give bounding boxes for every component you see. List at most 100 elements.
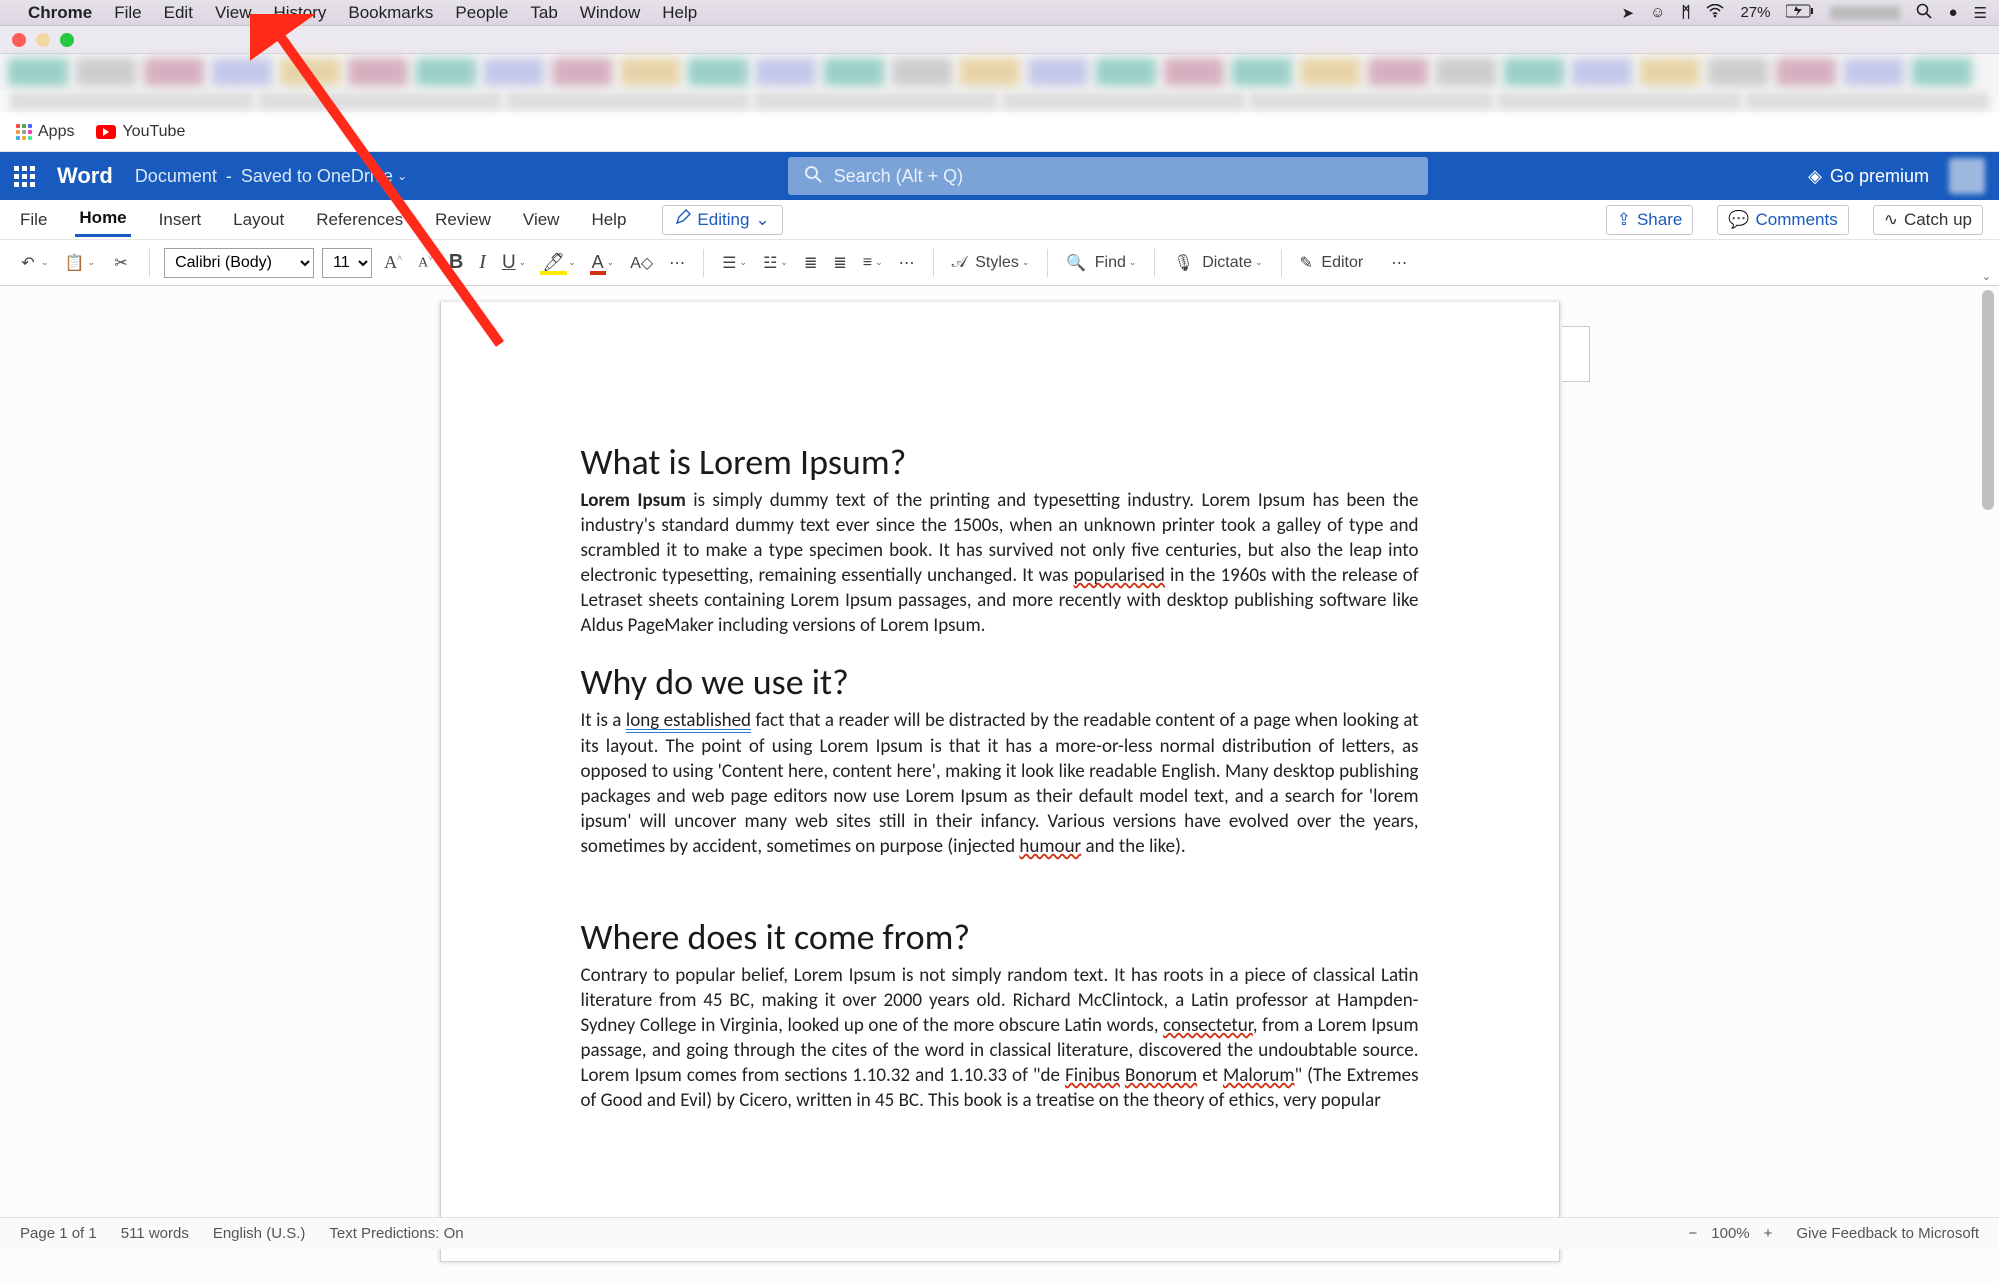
- menu-history[interactable]: History: [273, 3, 326, 23]
- status-word-count[interactable]: 511 words: [121, 1225, 189, 1242]
- apps-label: Apps: [38, 123, 74, 141]
- search-placeholder: Search (Alt + Q): [834, 166, 964, 187]
- highlight-color-button[interactable]: 🖊⌄: [538, 250, 579, 275]
- more-paragraph-button[interactable]: ⋯: [895, 251, 919, 275]
- word-header: Word Document - Saved to OneDrive ⌄ Sear…: [0, 152, 1999, 200]
- comments-button[interactable]: 💬 Comments: [1717, 205, 1848, 235]
- home-toolbar: ↶⌄ 📋⌄ ✂ Calibri (Body) 11 A˄ A˅ B I U⌄ 🖊…: [0, 240, 1999, 286]
- zoom-out-button[interactable]: −: [1689, 1225, 1698, 1242]
- menu-tab[interactable]: Tab: [530, 3, 557, 23]
- document-title-area[interactable]: Document - Saved to OneDrive ⌄: [135, 166, 407, 187]
- paragraph-2[interactable]: It is a long established fact that a rea…: [581, 708, 1419, 858]
- window-titlebar: [0, 26, 1999, 54]
- menu-help[interactable]: Help: [662, 3, 697, 23]
- bulleted-list-button[interactable]: ☰⌄: [718, 251, 751, 275]
- shrink-font-button[interactable]: A˅: [414, 252, 437, 274]
- go-premium-label: Go premium: [1830, 166, 1929, 187]
- font-family-select[interactable]: Calibri (Body): [164, 248, 314, 278]
- underline-button[interactable]: U⌄: [498, 250, 530, 276]
- grow-font-button[interactable]: A˄: [380, 250, 406, 275]
- heading-1[interactable]: What is Lorem Ipsum?: [581, 440, 1419, 484]
- paragraph-1[interactable]: Lorem Ipsum is simply dummy text of the …: [581, 488, 1419, 638]
- font-size-select[interactable]: 11: [322, 248, 372, 278]
- mode-editing-dropdown[interactable]: Editing ⌄: [662, 205, 782, 235]
- tray-icon[interactable]: ➤: [1622, 4, 1635, 22]
- window-close-button[interactable]: [12, 33, 26, 47]
- menu-window[interactable]: Window: [580, 3, 640, 23]
- more-font-button[interactable]: ⋯: [665, 251, 689, 275]
- search-icon: 🔍: [1066, 253, 1086, 273]
- styles-button[interactable]: 𝒜 Styles⌄: [948, 252, 1034, 274]
- heading-3[interactable]: Where does it come from?: [581, 915, 1419, 959]
- tab-help[interactable]: Help: [587, 204, 630, 236]
- tab-insert[interactable]: Insert: [155, 204, 206, 236]
- menu-bookmarks[interactable]: Bookmarks: [348, 3, 433, 23]
- wifi-icon[interactable]: [1706, 4, 1724, 22]
- document-name: Document: [135, 166, 217, 187]
- bold-button[interactable]: B: [445, 249, 467, 276]
- menu-app-chrome[interactable]: Chrome: [28, 3, 92, 23]
- app-name[interactable]: Word: [57, 163, 113, 189]
- document-canvas[interactable]: What is Lorem Ipsum? Lorem Ipsum is simp…: [0, 286, 1999, 1286]
- app-launcher-icon[interactable]: [14, 166, 35, 187]
- zoom-in-button[interactable]: +: [1764, 1225, 1773, 1242]
- window-zoom-button[interactable]: [60, 33, 74, 47]
- search-box[interactable]: Search (Alt + Q): [788, 157, 1428, 195]
- tab-view[interactable]: View: [519, 204, 564, 236]
- menu-edit[interactable]: Edit: [164, 3, 193, 23]
- numbered-list-button[interactable]: ☳⌄: [759, 251, 792, 275]
- vertical-scrollbar[interactable]: [1979, 286, 1997, 1286]
- increase-indent-button[interactable]: ≣: [829, 251, 850, 275]
- share-button[interactable]: ⇪ Share: [1606, 205, 1694, 235]
- zoom-level[interactable]: 100%: [1711, 1225, 1749, 1242]
- window-minimize-button[interactable]: [36, 33, 50, 47]
- styles-label: Styles: [975, 254, 1019, 272]
- clock-blurred: [1830, 6, 1900, 20]
- pencil-icon: [675, 209, 691, 230]
- paste-button[interactable]: 📋⌄: [61, 251, 100, 275]
- status-language[interactable]: English (U.S.): [213, 1225, 306, 1242]
- menu-file[interactable]: File: [114, 3, 141, 23]
- clear-formatting-button[interactable]: A◇: [626, 251, 657, 275]
- diamond-icon: ◈: [1808, 166, 1822, 187]
- menu-people[interactable]: People: [455, 3, 508, 23]
- heading-2[interactable]: Why do we use it?: [581, 660, 1419, 704]
- paragraph-3[interactable]: Contrary to popular belief, Lorem Ipsum …: [581, 963, 1419, 1113]
- tab-review[interactable]: Review: [431, 204, 495, 236]
- dictate-label: Dictate: [1202, 254, 1252, 272]
- feedback-link[interactable]: Give Feedback to Microsoft: [1796, 1225, 1979, 1242]
- bookmarks-youtube[interactable]: YouTube: [96, 123, 185, 141]
- tray-face-icon[interactable]: ☺: [1650, 4, 1665, 21]
- go-premium-button[interactable]: ◈ Go premium: [1808, 166, 1929, 187]
- align-button[interactable]: ≡⌄: [859, 252, 887, 274]
- catch-up-button[interactable]: ∿ Catch up: [1873, 205, 1983, 235]
- italic-button[interactable]: I: [475, 249, 490, 276]
- tab-file[interactable]: File: [16, 204, 51, 236]
- menu-view[interactable]: View: [215, 3, 252, 23]
- tray-m-icon[interactable]: ᛗ: [1681, 4, 1690, 21]
- scrollbar-thumb[interactable]: [1982, 290, 1994, 510]
- spotlight-icon[interactable]: [1916, 3, 1932, 23]
- tab-home[interactable]: Home: [75, 202, 130, 237]
- tab-layout[interactable]: Layout: [229, 204, 288, 236]
- format-painter-button[interactable]: ✂: [107, 251, 135, 275]
- find-button[interactable]: 🔍 Find⌄: [1062, 251, 1140, 275]
- bookmarks-apps[interactable]: Apps: [16, 123, 74, 141]
- status-bar: Page 1 of 1 511 words English (U.S.) Tex…: [0, 1217, 1999, 1249]
- collapse-ribbon-button[interactable]: ⌄: [1982, 270, 1991, 283]
- status-text-predictions[interactable]: Text Predictions: On: [329, 1225, 463, 1242]
- account-avatar[interactable]: [1949, 158, 1985, 194]
- siri-icon[interactable]: ●: [1948, 4, 1957, 21]
- tab-references[interactable]: References: [312, 204, 407, 236]
- status-page[interactable]: Page 1 of 1: [20, 1225, 97, 1242]
- decrease-indent-button[interactable]: ≣: [800, 251, 821, 275]
- battery-icon[interactable]: [1786, 4, 1814, 22]
- editor-button[interactable]: ✎ Editor: [1296, 251, 1368, 275]
- page[interactable]: What is Lorem Ipsum? Lorem Ipsum is simp…: [440, 302, 1560, 1262]
- font-color-button[interactable]: A⌄: [588, 250, 619, 275]
- share-label: Share: [1637, 210, 1682, 230]
- undo-button[interactable]: ↶⌄: [14, 251, 53, 275]
- ribbon-overflow-button[interactable]: ⋯: [1387, 251, 1411, 275]
- control-center-icon[interactable]: ☰: [1974, 4, 1987, 22]
- dictate-button[interactable]: 🎙 Dictate⌄: [1169, 251, 1266, 275]
